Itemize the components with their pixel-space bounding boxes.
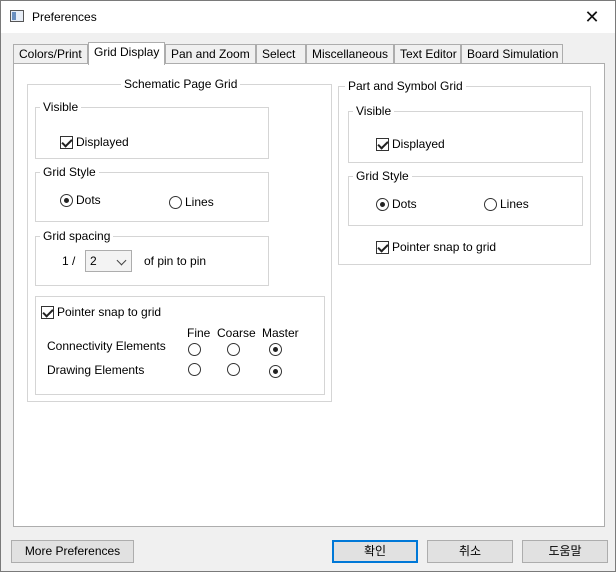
schematic-dots-label: Dots xyxy=(76,193,101,207)
schematic-snap-group: Pointer snap to grid Fine Coarse Master … xyxy=(35,296,325,395)
radio-unselected-icon xyxy=(227,363,240,376)
radio-selected-icon xyxy=(269,365,282,378)
radio-unselected-icon xyxy=(484,197,497,211)
tab-miscellaneous[interactable]: Miscellaneous xyxy=(306,44,394,64)
connectivity-fine-radio[interactable] xyxy=(188,343,204,356)
radio-unselected-icon xyxy=(188,363,201,376)
tab-colors-print[interactable]: Colors/Print xyxy=(13,44,88,64)
part-visible-group: Visible Displayed xyxy=(348,104,583,163)
grid-display-panel: Schematic Page Grid Visible Displayed Gr… xyxy=(13,63,605,527)
schematic-lines-radio[interactable]: Lines xyxy=(169,195,214,209)
schematic-grid-style-title: Grid Style xyxy=(40,165,99,179)
schematic-displayed-checkbox[interactable]: Displayed xyxy=(60,135,129,149)
connectivity-elements-label: Connectivity Elements xyxy=(47,339,166,353)
schematic-grid-spacing-title: Grid spacing xyxy=(40,229,114,243)
part-snap-checkbox[interactable]: Pointer snap to grid xyxy=(376,240,496,254)
grid-spacing-prefix: 1 / xyxy=(62,254,76,268)
snap-col-coarse: Coarse xyxy=(217,326,256,340)
help-button[interactable]: 도움말 xyxy=(522,540,608,563)
grid-spacing-select[interactable]: 2 xyxy=(85,250,132,272)
radio-unselected-icon xyxy=(227,343,240,356)
checkbox-checked-icon xyxy=(376,137,389,151)
schematic-page-grid-group: Schematic Page Grid Visible Displayed Gr… xyxy=(27,77,332,402)
schematic-lines-label: Lines xyxy=(185,195,214,209)
chevron-down-icon xyxy=(116,255,127,266)
tab-board-simulation[interactable]: Board Simulation xyxy=(461,44,563,64)
connectivity-coarse-radio[interactable] xyxy=(227,343,243,356)
connectivity-master-radio[interactable] xyxy=(269,343,285,356)
schematic-grid-style-group: Grid Style Dots Lines xyxy=(35,165,269,222)
radio-unselected-icon xyxy=(188,343,201,356)
tab-select[interactable]: Select xyxy=(256,44,306,64)
snap-col-master: Master xyxy=(262,326,299,340)
part-dots-radio[interactable]: Dots xyxy=(376,197,417,211)
radio-selected-icon xyxy=(60,193,73,207)
drawing-elements-label: Drawing Elements xyxy=(47,363,145,377)
close-icon: ✕ xyxy=(584,6,600,27)
tab-pan-and-zoom[interactable]: Pan and Zoom xyxy=(165,44,256,64)
close-button[interactable]: ✕ xyxy=(569,1,615,33)
checkbox-checked-icon xyxy=(60,135,73,149)
part-lines-label: Lines xyxy=(500,197,529,211)
part-lines-radio[interactable]: Lines xyxy=(484,197,529,211)
part-displayed-checkbox[interactable]: Displayed xyxy=(376,137,445,151)
part-symbol-grid-title: Part and Symbol Grid xyxy=(345,79,466,93)
title-bar: Preferences ✕ xyxy=(1,1,615,33)
schematic-grid-spacing-group: Grid spacing 1 / 2 of pin to pin xyxy=(35,229,269,286)
part-grid-style-group: Grid Style Dots Lines xyxy=(348,169,583,226)
part-visible-title: Visible xyxy=(353,104,395,118)
part-dots-label: Dots xyxy=(392,197,417,211)
schematic-snap-label: Pointer snap to grid xyxy=(57,305,162,319)
preferences-window: Preferences ✕ Colors/Print Grid Display … xyxy=(0,0,616,572)
part-grid-style-title: Grid Style xyxy=(353,169,412,183)
radio-selected-icon xyxy=(269,343,282,356)
window-title: Preferences xyxy=(32,10,97,24)
drawing-coarse-radio[interactable] xyxy=(227,363,243,376)
checkbox-checked-icon xyxy=(376,240,389,254)
schematic-visible-group: Visible Displayed xyxy=(35,100,269,159)
part-symbol-grid-group: Part and Symbol Grid Visible Displayed G… xyxy=(338,79,591,265)
app-icon xyxy=(10,10,24,22)
tab-text-editor[interactable]: Text Editor xyxy=(394,44,461,64)
checkbox-checked-icon xyxy=(41,305,54,319)
schematic-displayed-label: Displayed xyxy=(76,135,129,149)
tab-grid-display[interactable]: Grid Display xyxy=(88,42,165,65)
more-preferences-button[interactable]: More Preferences xyxy=(11,540,134,563)
grid-spacing-suffix: of pin to pin xyxy=(144,254,207,268)
radio-unselected-icon xyxy=(169,195,182,209)
snap-col-fine: Fine xyxy=(187,326,211,340)
schematic-dots-radio[interactable]: Dots xyxy=(60,193,101,207)
part-snap-label: Pointer snap to grid xyxy=(392,240,497,254)
drawing-fine-radio[interactable] xyxy=(188,363,204,376)
cancel-button[interactable]: 취소 xyxy=(427,540,513,563)
drawing-master-radio[interactable] xyxy=(269,365,285,378)
schematic-snap-checkbox[interactable]: Pointer snap to grid xyxy=(41,305,161,319)
ok-button[interactable]: 확인 xyxy=(332,540,418,563)
grid-spacing-value: 2 xyxy=(90,254,97,268)
schematic-visible-title: Visible xyxy=(40,100,82,114)
radio-selected-icon xyxy=(376,197,389,211)
schematic-page-grid-title: Schematic Page Grid xyxy=(121,77,241,91)
part-displayed-label: Displayed xyxy=(392,137,445,151)
